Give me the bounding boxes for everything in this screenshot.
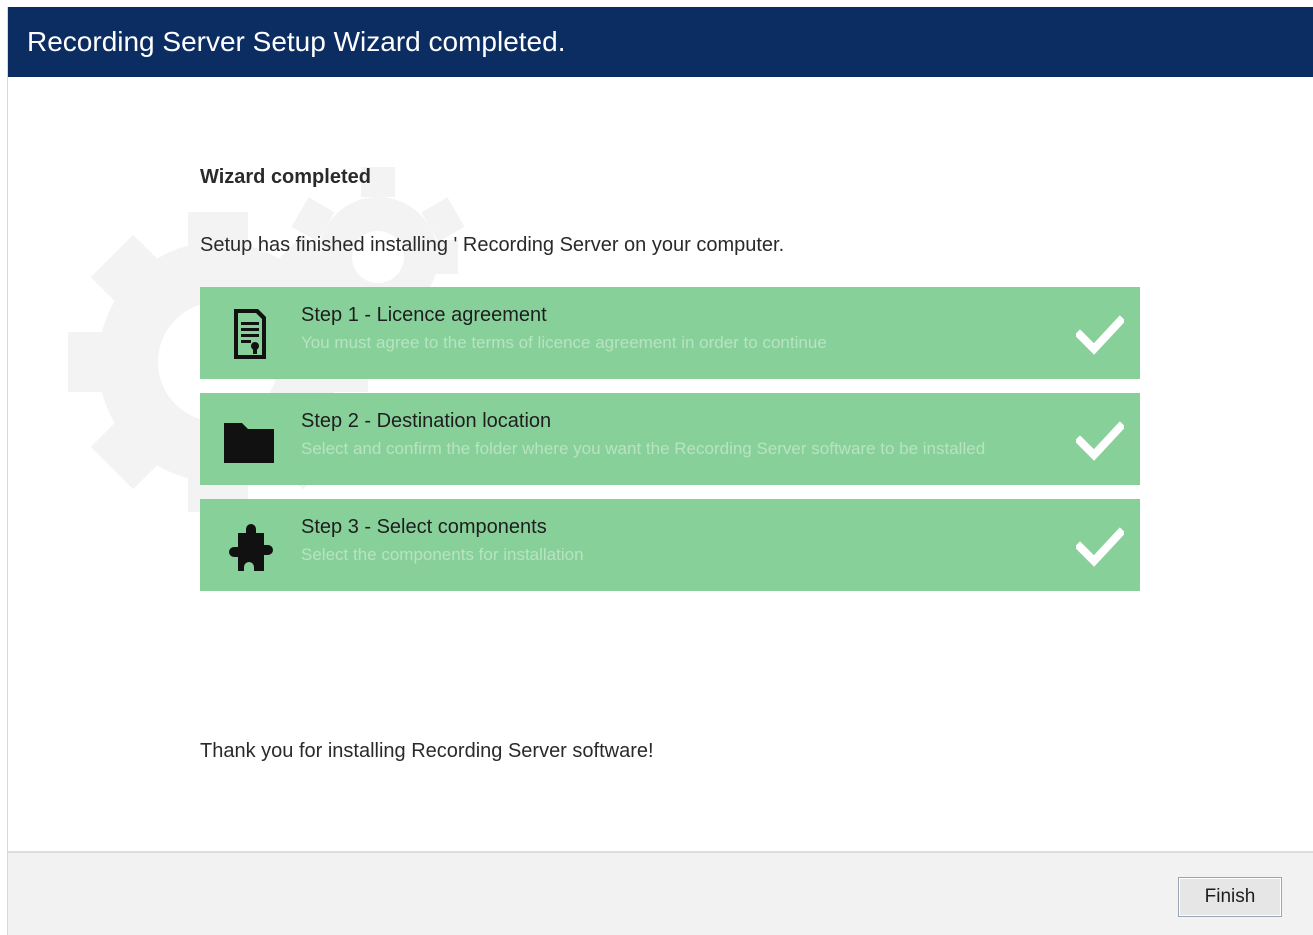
intro-text: Setup has finished installing ' Recordin… — [200, 234, 785, 256]
certificate-icon — [234, 309, 266, 359]
puzzle-icon — [229, 524, 273, 571]
finish-button[interactable]: Finish — [1178, 877, 1282, 917]
step-title: Step 1 - Licence agreement — [301, 304, 547, 326]
page-heading: Wizard completed — [200, 166, 371, 188]
wizard-content: Wizard completed Setup has finished inst… — [8, 77, 1313, 852]
thank-you-text: Thank you for installing Recording Serve… — [200, 740, 654, 762]
checkmark-icon — [1076, 315, 1124, 355]
window-title: Recording Server Setup Wizard completed. — [8, 7, 1313, 77]
steps-list: Step 1 - Licence agreement You must agre… — [200, 287, 1140, 605]
step-title: Step 3 - Select components — [301, 516, 547, 538]
step-title: Step 2 - Destination location — [301, 410, 552, 432]
step-subtitle: Select and confirm the folder where you … — [301, 439, 986, 458]
step-item-components: Step 3 - Select components Select the co… — [200, 499, 1140, 591]
step-item-licence: Step 1 - Licence agreement You must agre… — [200, 287, 1140, 379]
setup-wizard-window: Recording Server Setup Wizard completed. — [7, 7, 1313, 935]
wizard-footer: Finish — [8, 851, 1313, 935]
step-subtitle: You must agree to the terms of licence a… — [301, 333, 827, 352]
checkmark-icon — [1076, 421, 1124, 461]
folder-icon — [224, 423, 274, 463]
checkmark-icon — [1076, 527, 1124, 567]
step-subtitle: Select the components for installation — [301, 545, 584, 564]
step-item-destination: Step 2 - Destination location Select and… — [200, 393, 1140, 485]
